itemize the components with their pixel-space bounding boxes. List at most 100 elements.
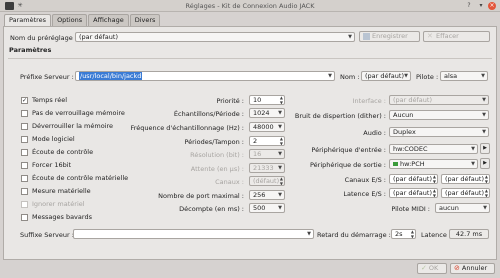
spin-arrows-icon[interactable]: ▲ ▼ bbox=[485, 189, 488, 197]
port-max-combo[interactable]: 256 ▼ bbox=[249, 190, 285, 200]
input-device-combo[interactable]: hw:CODEC ▼ bbox=[389, 144, 478, 154]
clear-icon: ✕ bbox=[427, 32, 433, 40]
checkbox-box[interactable]: ✓ bbox=[21, 96, 28, 104]
channels-spinbox: (défaut) ▲ ▼ bbox=[249, 176, 285, 186]
spin-arrows-icon[interactable]: ▲ ▼ bbox=[433, 189, 436, 197]
arrow-right-icon: ▶ bbox=[483, 160, 487, 166]
sample-rate-label: Fréquence d'échantillonnage (Hz) : bbox=[130, 124, 245, 132]
midi-driver-combo[interactable]: aucun ▼ bbox=[435, 203, 490, 213]
priority-spinbox[interactable]: 10 ▲ ▼ bbox=[249, 95, 285, 105]
chevron-down-icon: ▼ bbox=[404, 73, 408, 79]
channels-label: Canaux : bbox=[215, 178, 244, 186]
ok-button[interactable]: ✓ OK bbox=[417, 263, 447, 274]
dither-combo[interactable]: Aucun ▼ bbox=[389, 110, 489, 120]
io-channels-label: Canaux E/S : bbox=[344, 176, 386, 184]
minimize-icon[interactable]: ▾ bbox=[477, 2, 485, 10]
latency-in-spinbox[interactable]: (par défaut) ▲ ▼ bbox=[389, 188, 438, 198]
wait-combo: 21333 ▼ bbox=[249, 163, 285, 173]
section-divider bbox=[8, 58, 492, 59]
latency-label: Latence : bbox=[421, 231, 452, 239]
save-icon bbox=[363, 33, 370, 40]
wait-label: Attente (en µs) : bbox=[190, 165, 244, 173]
cancel-icon: ⊘ bbox=[454, 264, 460, 272]
cancel-button[interactable]: ⊘ Annuler bbox=[450, 263, 495, 274]
audio-mode-combo[interactable]: Duplex ▼ bbox=[389, 127, 489, 137]
spin-arrows-icon[interactable]: ▲ ▼ bbox=[280, 137, 283, 145]
server-suffix-combo[interactable]: ▼ bbox=[73, 229, 314, 239]
preset-value: (par défaut) bbox=[79, 33, 118, 41]
output-device-label: Périphérique de sortie : bbox=[309, 161, 386, 169]
priority-label: Priorité : bbox=[216, 97, 244, 105]
checkbox-verbose[interactable]: Messages bavards bbox=[21, 212, 151, 222]
server-name-label: Nom : bbox=[340, 73, 360, 81]
periods-spinbox[interactable]: 2 ▲ ▼ bbox=[249, 136, 285, 146]
checkbox-box[interactable] bbox=[21, 187, 28, 195]
title-bar: ✳ Réglages - Kit de Connexion Audio JACK… bbox=[0, 0, 500, 12]
spin-arrows-icon: ▲ ▼ bbox=[279, 176, 283, 186]
help-icon[interactable]: ? bbox=[465, 2, 473, 10]
checkbox-box[interactable] bbox=[21, 148, 28, 156]
spin-arrows-icon[interactable]: ▲ ▼ bbox=[280, 96, 283, 104]
start-delay-spinbox[interactable]: 2s ▲ ▼ bbox=[391, 229, 416, 239]
checkbox-box[interactable] bbox=[21, 161, 28, 169]
io-latency-label: Latence E/S : bbox=[343, 190, 386, 198]
word-length-combo: 16 ▼ bbox=[249, 149, 285, 159]
port-max-label: Nombre de port maximal : bbox=[158, 192, 244, 200]
spin-arrows-icon[interactable]: ▲ ▼ bbox=[411, 230, 414, 238]
server-prefix-value: /usr/local/bin/jackd bbox=[79, 72, 143, 80]
chevron-down-icon: ▼ bbox=[471, 161, 475, 167]
chevron-down-icon: ▼ bbox=[278, 192, 282, 198]
input-device-label: Périphérique d'entrée : bbox=[311, 146, 386, 154]
spin-arrows-icon[interactable]: ▲ ▼ bbox=[485, 175, 488, 183]
output-device-icon bbox=[393, 162, 398, 166]
channels-in-spinbox[interactable]: (par défaut) ▲ ▼ bbox=[389, 174, 438, 184]
channels-out-spinbox[interactable]: (par défaut) ▲ ▼ bbox=[441, 174, 490, 184]
checkbox-box[interactable] bbox=[21, 122, 28, 130]
chevron-down-icon: ▼ bbox=[471, 146, 475, 152]
server-prefix-combo[interactable]: /usr/local/bin/jackd ▼ bbox=[75, 71, 335, 81]
word-length-label: Résolution (bit) : bbox=[190, 151, 244, 159]
section-title: Paramètres bbox=[9, 46, 52, 54]
chevron-down-icon: ▼ bbox=[307, 231, 311, 237]
save-preset-button[interactable]: Enregistrer bbox=[359, 31, 420, 42]
driver-label: Pilote : bbox=[416, 73, 439, 81]
checkbox-box[interactable] bbox=[21, 213, 28, 221]
input-device-menu-button[interactable]: ▶ bbox=[480, 143, 490, 154]
output-device-combo[interactable]: hw:PCH ▼ bbox=[389, 159, 478, 169]
chevron-down-icon: ▼ bbox=[278, 151, 282, 157]
close-icon[interactable]: × bbox=[488, 2, 496, 10]
interface-label: Interface : bbox=[352, 97, 386, 105]
preset-combo[interactable]: (par défaut) ▼ bbox=[75, 32, 355, 42]
driver-combo[interactable]: alsa ▼ bbox=[440, 71, 488, 81]
tab-options[interactable]: Options bbox=[52, 14, 88, 26]
tab-bar: Paramètres Options Affichage Divers bbox=[4, 14, 161, 27]
latency-display: 42.7 ms bbox=[449, 229, 489, 239]
checkbox-box[interactable] bbox=[21, 135, 28, 143]
chevron-down-icon: ▼ bbox=[278, 205, 282, 211]
checkbox-box[interactable] bbox=[21, 174, 28, 182]
midi-driver-label: Pilote MIDI : bbox=[391, 205, 430, 213]
sample-rate-combo[interactable]: 48000 ▼ bbox=[249, 122, 285, 132]
latency-out-spinbox[interactable]: (par défaut) ▲ ▼ bbox=[441, 188, 490, 198]
chevron-down-icon: ▼ bbox=[278, 124, 282, 130]
chevron-down-icon: ▼ bbox=[278, 165, 282, 171]
output-device-menu-button[interactable]: ▶ bbox=[480, 158, 490, 169]
audio-label: Audio : bbox=[363, 129, 386, 137]
server-prefix-label: Préfixe Serveur : bbox=[20, 73, 74, 81]
window-title: Réglages - Kit de Connexion Audio JACK bbox=[185, 2, 315, 10]
chevron-down-icon: ▼ bbox=[482, 129, 486, 135]
spin-arrows-icon[interactable]: ▲ ▼ bbox=[433, 175, 436, 183]
chevron-down-icon: ▼ bbox=[278, 110, 282, 116]
tab-divers[interactable]: Divers bbox=[129, 14, 161, 26]
checkbox-box[interactable] bbox=[21, 109, 28, 117]
timeout-combo[interactable]: 500 ▼ bbox=[249, 203, 285, 213]
clear-preset-button[interactable]: ✕ Effacer bbox=[423, 31, 490, 42]
interface-combo: (par défaut) ▼ bbox=[389, 95, 489, 105]
timeout-label: Décompte (en ms) : bbox=[179, 205, 244, 213]
frames-combo[interactable]: 1024 ▼ bbox=[249, 108, 285, 118]
server-name-combo[interactable]: (par défaut) ▼ bbox=[361, 71, 411, 81]
checkbox-box bbox=[21, 200, 28, 208]
server-suffix-label: Suffixe Serveur : bbox=[20, 231, 74, 239]
chevron-down-icon: ▼ bbox=[482, 112, 486, 118]
tab-affichage[interactable]: Affichage bbox=[88, 14, 129, 26]
